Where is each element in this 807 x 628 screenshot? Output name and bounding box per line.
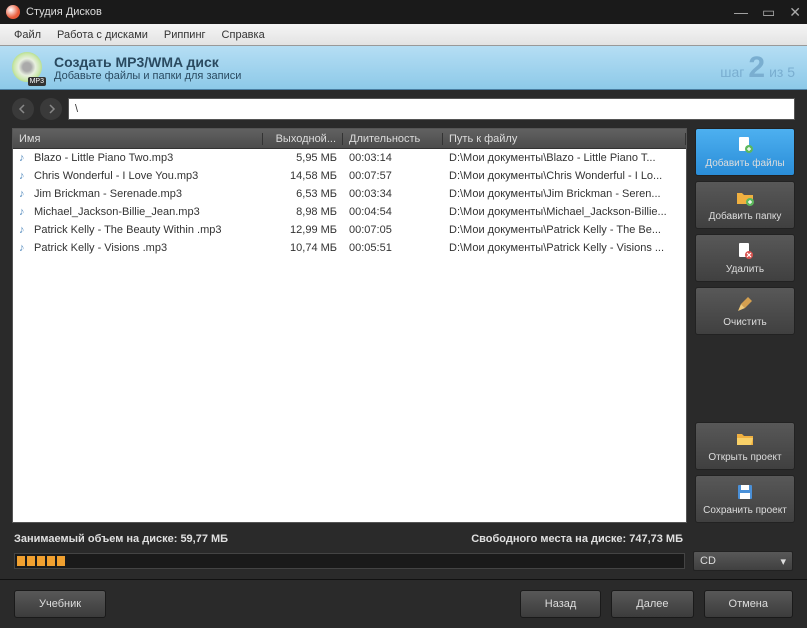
add-file-icon xyxy=(735,135,755,155)
delete-icon xyxy=(735,241,755,261)
maximize-icon[interactable]: ▭ xyxy=(762,4,775,21)
step-indicator: шаг 2 из 5 xyxy=(720,51,795,85)
back-button[interactable]: Назад xyxy=(520,590,602,618)
menu-ripping[interactable]: Риппинг xyxy=(156,26,214,44)
table-row[interactable]: ♪Jim Brickman - Serenade.mp36,53 МБ00:03… xyxy=(13,185,686,203)
col-path[interactable]: Путь к файлу xyxy=(443,133,686,145)
open-folder-icon xyxy=(735,429,755,449)
open-project-button[interactable]: Открыть проект xyxy=(695,422,795,470)
free-space: Свободного места на диске: 747,73 МБ xyxy=(471,533,683,545)
music-file-icon: ♪ xyxy=(19,170,31,182)
nav-back-button[interactable] xyxy=(12,98,34,120)
add-folder-button[interactable]: Добавить папку xyxy=(695,181,795,229)
music-file-icon: ♪ xyxy=(19,206,31,218)
tutorial-button[interactable]: Учебник xyxy=(14,590,106,618)
menubar: Файл Работа с дисками Риппинг Справка xyxy=(0,24,807,46)
header-text: Создать MP3/WMA диск Добавьте файлы и па… xyxy=(54,54,241,82)
col-duration[interactable]: Длительность xyxy=(343,133,443,145)
chevron-down-icon: ▾ xyxy=(780,555,786,568)
app-title: Студия Дисков xyxy=(26,6,102,18)
close-icon[interactable]: ✕ xyxy=(789,4,801,21)
minimize-icon[interactable]: — xyxy=(734,4,748,21)
wizard-header: MP3 Создать MP3/WMA диск Добавьте файлы … xyxy=(0,46,807,90)
app-icon xyxy=(6,5,20,19)
titlebar: Студия Дисков — ▭ ✕ xyxy=(0,0,807,24)
table-row[interactable]: ♪Michael_Jackson-Billie_Jean.mp38,98 МБ0… xyxy=(13,203,686,221)
broom-icon xyxy=(735,294,755,314)
next-button[interactable]: Далее xyxy=(611,590,693,618)
file-rows[interactable]: ♪Blazo - Little Piano Two.mp35,95 МБ00:0… xyxy=(13,149,686,522)
table-row[interactable]: ♪Patrick Kelly - The Beauty Within .mp31… xyxy=(13,221,686,239)
footer: Учебник Назад Далее Отмена xyxy=(0,579,807,628)
save-icon xyxy=(735,482,755,502)
disc-icon: MP3 xyxy=(12,52,44,84)
page-title: Создать MP3/WMA диск xyxy=(54,54,241,70)
capacity-meter xyxy=(14,553,685,569)
col-name[interactable]: Имя xyxy=(13,133,263,145)
table-row[interactable]: ♪Patrick Kelly - Visions .mp310,74 МБ00:… xyxy=(13,239,686,257)
col-size[interactable]: Выходной... xyxy=(263,133,343,145)
music-file-icon: ♪ xyxy=(19,188,31,200)
clear-button[interactable]: Очистить xyxy=(695,287,795,335)
save-project-button[interactable]: Сохранить проект xyxy=(695,475,795,523)
drive-select[interactable]: CD ▾ xyxy=(693,551,793,571)
folder-icon xyxy=(735,188,755,208)
menu-file[interactable]: Файл xyxy=(6,26,49,44)
column-headers: Имя Выходной... Длительность Путь к файл… xyxy=(13,129,686,149)
add-files-button[interactable]: Добавить файлы xyxy=(695,128,795,176)
music-file-icon: ♪ xyxy=(19,224,31,236)
nav-forward-button[interactable] xyxy=(40,98,62,120)
window-controls: — ▭ ✕ xyxy=(734,4,801,21)
path-nav xyxy=(0,90,807,128)
sidebar: Добавить файлы Добавить папку Удалить Оч… xyxy=(695,128,795,523)
table-row[interactable]: ♪Blazo - Little Piano Two.mp35,95 МБ00:0… xyxy=(13,149,686,167)
cancel-button[interactable]: Отмена xyxy=(704,590,793,618)
table-row[interactable]: ♪Chris Wonderful - I Love You.mp314,58 М… xyxy=(13,167,686,185)
delete-button[interactable]: Удалить xyxy=(695,234,795,282)
music-file-icon: ♪ xyxy=(19,242,31,254)
menu-help[interactable]: Справка xyxy=(214,26,273,44)
path-input[interactable] xyxy=(68,98,795,120)
file-list-panel: Имя Выходной... Длительность Путь к файл… xyxy=(12,128,687,523)
page-subtitle: Добавьте файлы и папки для записи xyxy=(54,70,241,82)
music-file-icon: ♪ xyxy=(19,152,31,164)
used-space: Занимаемый объем на диске: 59,77 МБ xyxy=(14,533,228,545)
capacity-row: CD ▾ xyxy=(0,549,807,579)
status-bar: Занимаемый объем на диске: 59,77 МБ Своб… xyxy=(0,529,807,549)
menu-discs[interactable]: Работа с дисками xyxy=(49,26,156,44)
